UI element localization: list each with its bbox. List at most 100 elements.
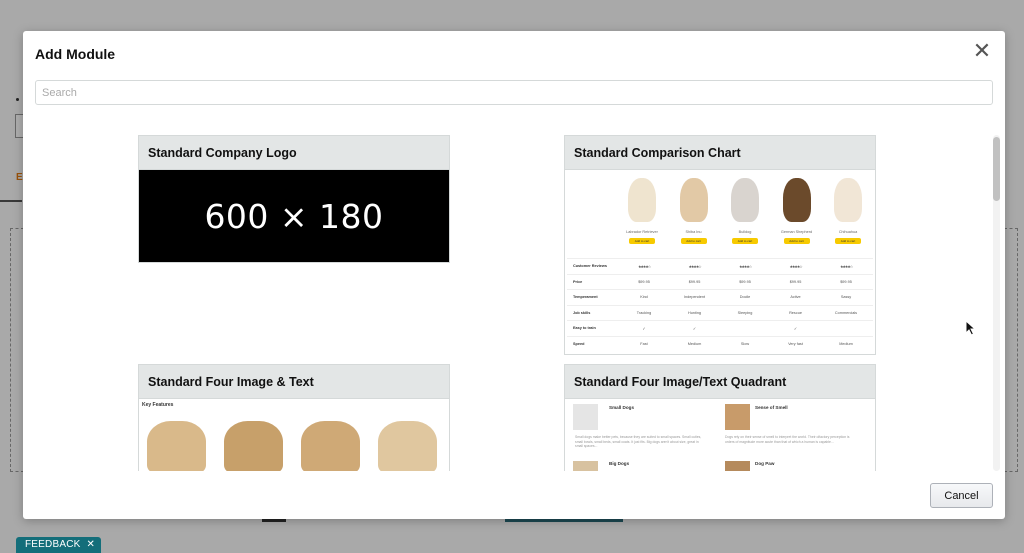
feature-image [147,421,206,471]
add-module-dialog: Add Module ✕ Standard Company Logo 600 ×… [23,31,1005,519]
comparison-cell: $99.95 [840,279,852,284]
product-name: Bulldog [738,230,752,234]
add-to-cart-button: Add to cart [629,238,655,244]
comparison-cells: Kind Independent Docile Active Sassy [619,295,873,299]
comparison-cell: Very fast [788,341,803,346]
feature-image [301,421,360,471]
module-card-four-image-quadrant[interactable]: Standard Four Image/Text Quadrant Small … [564,364,876,471]
comparison-product: Bulldog Add to cart [720,178,770,244]
dialog-title: Add Module [35,46,116,62]
comparison-row-label: Job skills [573,310,591,315]
scrollbar-thumb[interactable] [993,137,1000,201]
module-card-company-logo[interactable]: Standard Company Logo 600 × 180 [138,135,450,263]
comparison-cell: ★★★★☆ [637,264,651,269]
product-name: Labrador Retriever [626,230,658,234]
feature-image [224,421,283,471]
comparison-cell: Sleeping [737,310,753,315]
dog-image [731,178,759,222]
cancel-button[interactable]: Cancel [930,483,993,508]
quadrant-heading: Big Dogs [609,461,630,466]
comparison-cell: $99.95 [638,279,650,284]
comparison-cell: $99.95 [789,279,802,284]
comparison-cell: Independent [683,295,706,300]
comparison-row: Customer Reviews ★★★★☆ ★★★★☆ ★★★★☆ ★★★★☆ ★★★★… [567,258,873,274]
product-name: Shiba Inu [685,230,702,234]
comparison-cell: ✓ [642,326,646,331]
feedback-close-icon[interactable]: ✕ [87,537,96,553]
comparison-cell: Medium [687,341,702,346]
module-title: Standard Four Image/Text Quadrant [565,365,875,399]
comparison-product: Shiba Inu Add to cart [669,178,719,244]
comparison-cell: Commercials [834,310,858,315]
comparison-cell: ★★★★☆ [738,264,752,269]
dog-image [628,178,656,222]
comparison-cell: Docile [739,295,751,300]
comparison-cell: Sassy [840,295,852,300]
four-image-text-preview: Key Features [139,399,449,471]
quadrant-heading: Sense of Smell [755,405,788,410]
comparison-cell: Tracking [636,310,652,315]
comparison-cells: $99.95 $99.95 $99.95 $99.95 $99.95 [619,280,873,284]
comparison-cells: Tracking Hunting Sleeping Rescue Commercials [619,311,873,315]
key-features-label: Key Features [142,402,174,408]
quadrant-image [573,404,598,430]
comparison-cell: Kind [640,295,648,300]
quadrant-image [725,461,750,471]
comparison-cell: Rescue [789,310,802,315]
module-list-scrollbar[interactable] [993,135,1000,471]
quadrant-preview: Small Dogs Small dogs make better pets, b… [565,399,875,471]
comparison-cell: $99.95 [688,279,701,284]
comparison-product: Labrador Retriever Add to cart [617,178,667,244]
quadrant-heading: Small Dogs [609,405,635,410]
quadrant-image [573,461,598,471]
dog-image [782,178,811,222]
comparison-cell: Slow [740,341,750,346]
close-icon[interactable]: ✕ [971,40,993,62]
module-grid: Standard Company Logo 600 × 180 Standard… [23,119,1005,471]
logo-dimensions-text: 600 × 180 [204,196,384,236]
mouse-pointer-icon [965,320,977,336]
module-title: Standard Four Image & Text [139,365,449,399]
comparison-cell: ✓ [692,326,697,331]
comparison-cells: Fast Medium Slow Very fast Medium [619,342,873,346]
feature-images [147,421,437,471]
comparison-row: Temperament Kind Independent Docile Active Sa… [567,289,873,305]
comparison-row-label: Temperament [573,295,598,300]
feedback-label: FEEDBACK [25,539,81,550]
comparison-row-label: Speed [573,341,585,346]
comparison-cells: ★★★★☆ ★★★★☆ ★★★★☆ ★★★★☆ ★★★★☆ [619,264,873,269]
comparison-cell: Fast [640,341,648,346]
comparison-cell: ★★★★☆ [839,264,853,269]
comparison-cell: ★★★★☆ [688,264,701,269]
comparison-cell: Medium [839,341,853,346]
dog-image [679,178,708,222]
module-card-four-image-text[interactable]: Standard Four Image & Text Key Features [138,364,450,471]
comparison-row-label: Price [573,279,583,284]
comparison-cell [720,326,770,331]
comparison-cell: ✓ [793,326,798,331]
product-name: German Shepherd [780,230,813,234]
product-name: Chihuahua [838,230,858,234]
comparison-products: Labrador Retriever Add to cart Shiba Inu Ad… [617,178,873,244]
quadrant-heading: Dog Paw [755,461,775,466]
feedback-tab[interactable]: FEEDBACK ✕ [16,537,102,553]
add-to-cart-button: Add to cart [680,238,707,244]
feature-image [378,421,437,471]
logo-placeholder-image: 600 × 180 [139,170,449,262]
module-title: Standard Company Logo [139,136,449,170]
module-card-comparison-chart[interactable]: Standard Comparison Chart Labrador Retri… [564,135,876,355]
comparison-row-label: Easy to train [573,326,596,331]
add-to-cart-button: Add to cart [732,238,758,244]
comparison-cell [821,326,871,331]
quadrant-body-text: Dogs rely on their sense of smell to int… [725,435,850,444]
search-input[interactable] [35,80,993,105]
comparison-chart-preview: Labrador Retriever Add to cart Shiba Inu Ad… [565,170,875,354]
comparison-cells: ✓ ✓ ✓ [619,326,873,331]
comparison-cell: Active [790,295,801,300]
comparison-cell: ★★★★☆ [789,264,802,269]
comparison-product: German Shepherd Add to cart [772,178,822,244]
comparison-cell: Hunting [687,310,702,315]
comparison-cell: $99.95 [739,279,751,284]
comparison-row-label: Customer Reviews [573,264,607,269]
add-to-cart-button: Add to cart [835,238,861,244]
